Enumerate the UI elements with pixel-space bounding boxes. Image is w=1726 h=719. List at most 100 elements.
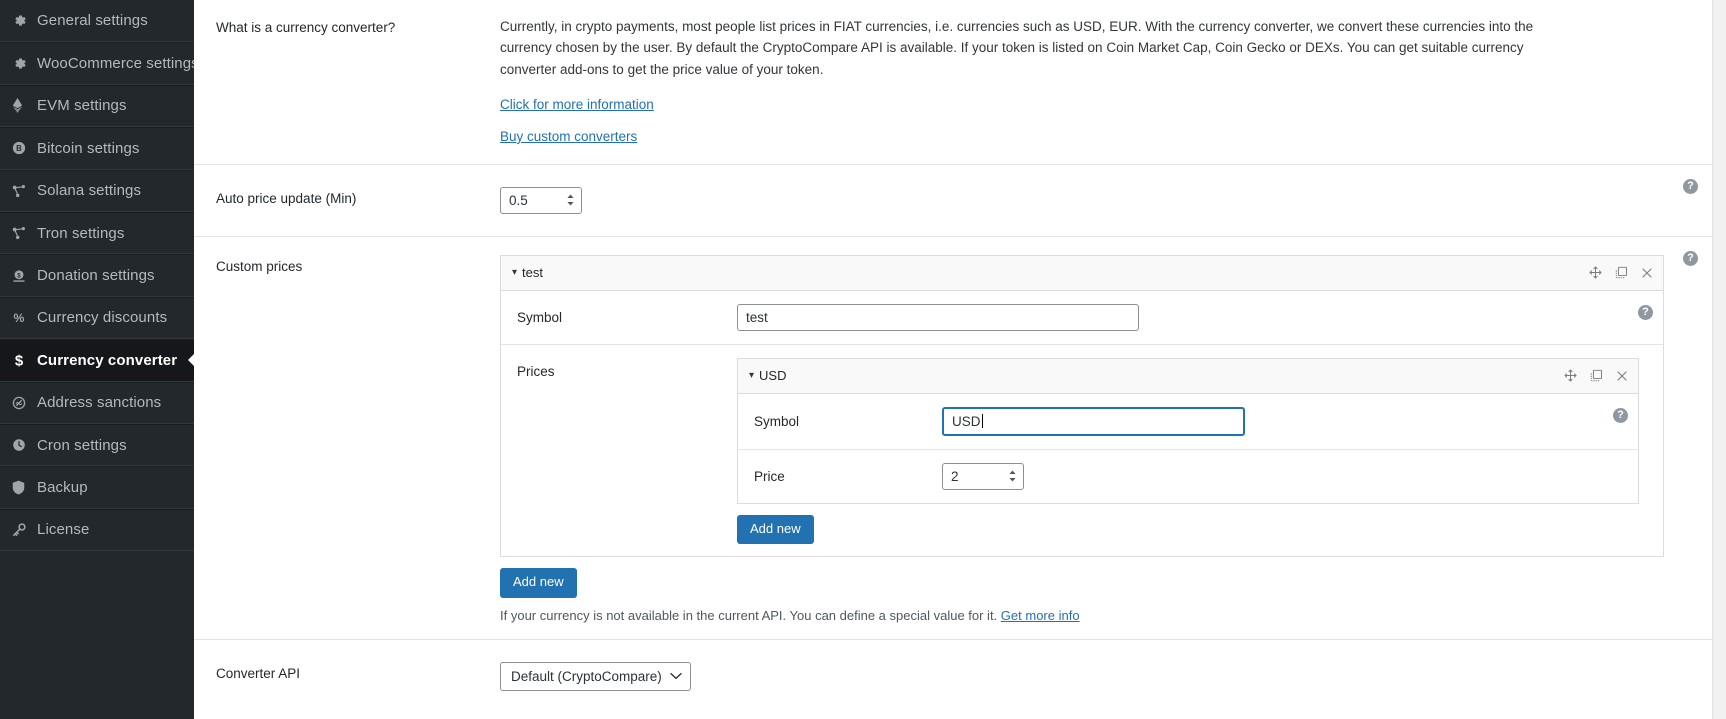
help-icon-symbol-inner[interactable]: ? [1613,408,1628,423]
about-converter-label: What is a currency converter? [194,16,500,144]
price-panel-tools [1564,369,1628,382]
sidebar-item-label: Solana settings [37,182,141,199]
converter-api-body: Default (CryptoCompare) [500,662,1712,691]
key-icon [12,523,34,537]
custom-prices-hint-text: If your currency is not available in the… [500,608,1001,623]
sidebar-item-backup[interactable]: Backup [0,466,194,508]
converter-api-label: Converter API [194,662,500,691]
converter-api-select[interactable]: Default (CryptoCompare) [500,662,691,691]
about-converter-paragraph: Currently, in crypto payments, most peop… [500,16,1545,80]
sidebar-item-solana-settings[interactable]: Solana settings [0,170,194,212]
svg-text:B: B [16,144,22,153]
auto-price-update-label: Auto price update (Min) [194,187,500,214]
add-new-price-button[interactable]: Add new [737,515,814,544]
sidebar-item-label: Donation settings [37,267,155,284]
ethereum-icon [12,98,34,113]
help-icon-custom-prices[interactable]: ? [1683,251,1698,266]
sanctions-icon [12,396,34,410]
field-row-symbol-outer: ? Symbol test [501,291,1663,345]
converter-api-selected-value: Default (CryptoCompare) [511,669,662,684]
chevron-down-icon[interactable]: ▾ [512,268,517,278]
custom-price-panel-header[interactable]: ▾ test [501,256,1663,291]
sidebar-item-label: Currency discounts [37,309,167,326]
sidebar-item-address-sanctions[interactable]: Address sanctions [0,382,194,424]
price-panel: ▾ USD [737,358,1639,504]
tron-icon [12,226,34,240]
prices-control: ▾ USD [737,358,1663,544]
bitcoin-icon: B [12,141,34,155]
move-icon[interactable] [1589,266,1602,279]
custom-prices-label: Custom prices [194,255,500,623]
field-row-price-inner: Price 2 [738,450,1638,503]
field-row-symbol-inner: ? Symbol USD [738,394,1638,450]
spinner-icon[interactable] [564,192,577,209]
get-more-info-link[interactable]: Get more info [1001,608,1080,623]
close-icon[interactable] [1641,267,1653,279]
click-for-more-information-link[interactable]: Click for more information [500,97,1664,112]
price-inner-label: Price [754,469,942,484]
custom-price-panel-tools [1589,266,1653,279]
sidebar-item-general-settings[interactable]: General settings [0,0,194,42]
sidebar-item-donation-settings[interactable]: $ Donation settings [0,254,194,296]
symbol-outer-input[interactable]: test [737,304,1139,331]
symbol-inner-value: USD [952,414,981,429]
help-icon-auto-price-update[interactable]: ? [1683,179,1698,194]
price-panel-title: USD [759,368,786,383]
gear-icon [12,56,34,71]
settings-form: What is a currency converter? Currently,… [194,0,1712,719]
symbol-outer-label: Symbol [517,310,737,325]
close-icon[interactable] [1616,370,1628,382]
sidebar-item-label: EVM settings [37,97,127,114]
custom-prices-hint: If your currency is not available in the… [500,608,1664,623]
svg-text:%: % [14,311,25,325]
field-row-prices: Prices ▾ USD [501,345,1663,556]
help-icon-symbol-outer[interactable]: ? [1638,305,1653,320]
symbol-inner-control: USD [942,407,1638,436]
sidebar-item-currency-discounts[interactable]: % Currency discounts [0,297,194,339]
sidebar-item-evm-settings[interactable]: EVM settings [0,85,194,127]
auto-price-update-body: 0.5 [500,187,1712,214]
price-panel-header[interactable]: ▾ USD [738,359,1638,394]
chevron-down-icon [670,672,682,680]
svg-text:$: $ [17,272,21,279]
add-new-custom-price-button[interactable]: Add new [500,568,577,597]
chevron-down-icon[interactable]: ▾ [749,371,754,381]
symbol-inner-input[interactable]: USD [942,407,1245,436]
sidebar-nav: General settings WooCommerce settings EVM … [0,0,194,719]
sidebar-item-woocommerce-settings[interactable]: WooCommerce settings [0,42,194,84]
sidebar-item-cron-settings[interactable]: Cron settings [0,424,194,466]
clock-icon [12,438,34,452]
row-custom-prices: ? Custom prices ▾ test [194,237,1712,640]
scrollbar-track[interactable] [1712,0,1726,719]
duplicate-icon[interactable] [1615,266,1628,279]
sidebar-item-label: Backup [37,479,88,496]
price-inner-control: 2 [942,463,1638,490]
auto-price-update-value: 0.5 [509,193,564,208]
sidebar-item-label: Currency converter [37,352,177,369]
sidebar-item-label: Address sanctions [37,394,161,411]
main-content: What is a currency converter? Currently,… [194,0,1726,719]
sidebar-item-license[interactable]: License [0,509,194,551]
sidebar-item-label: License [37,521,89,538]
row-converter-api: Converter API Default (CryptoCompare) [194,640,1712,713]
spinner-icon[interactable] [1006,468,1019,485]
sidebar-item-label: Bitcoin settings [37,140,139,157]
auto-price-update-input[interactable]: 0.5 [500,187,582,214]
sidebar-item-bitcoin-settings[interactable]: B Bitcoin settings [0,127,194,169]
move-icon[interactable] [1564,369,1577,382]
sidebar-item-label: WooCommerce settings [37,55,194,72]
solana-icon [12,184,34,198]
donation-icon: $ [12,269,34,283]
row-about-converter: What is a currency converter? Currently,… [194,0,1712,165]
buy-custom-converters-link[interactable]: Buy custom converters [500,129,1664,144]
percent-icon: % [12,311,34,325]
duplicate-icon[interactable] [1590,369,1603,382]
symbol-outer-control: test [737,304,1663,331]
gear-icon [12,13,34,28]
sidebar-item-currency-converter[interactable]: $Currency converter [0,339,194,381]
symbol-inner-label: Symbol [754,414,942,429]
sidebar-item-tron-settings[interactable]: Tron settings [0,212,194,254]
price-inner-input[interactable]: 2 [942,463,1024,490]
custom-prices-body: ▾ test [500,255,1712,623]
dollar-icon: $ [12,352,34,368]
